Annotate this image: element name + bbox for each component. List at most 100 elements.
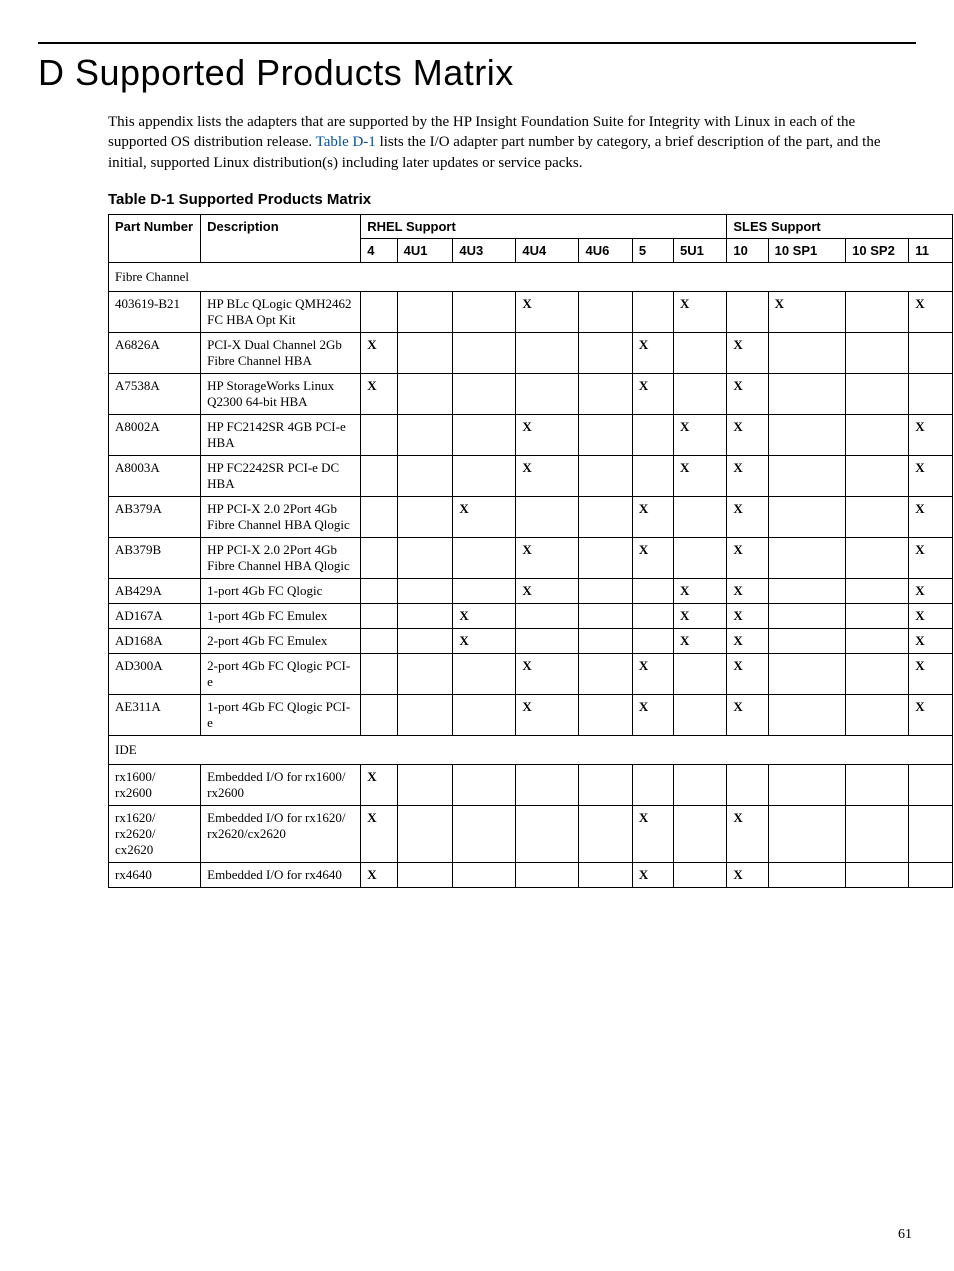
cell-support-mark (846, 764, 909, 805)
cell-support-mark (768, 805, 846, 862)
cell-support-mark (453, 578, 516, 603)
cell-support-mark (579, 291, 632, 332)
cell-support-mark: X (516, 578, 579, 603)
cell-support-mark (674, 332, 727, 373)
cell-support-mark (361, 653, 397, 694)
cell-support-mark: X (768, 291, 846, 332)
th-rhel: RHEL Support (361, 214, 727, 238)
cell-support-mark (674, 537, 727, 578)
cell-support-mark (674, 764, 727, 805)
table-row: AD300A2-port 4Gb FC Qlogic PCI-eXXXX (109, 653, 953, 694)
th-col: 5U1 (674, 238, 727, 262)
cell-part-number: A8003A (109, 455, 201, 496)
cell-support-mark (453, 537, 516, 578)
cell-support-mark (453, 455, 516, 496)
cell-support-mark (846, 628, 909, 653)
cell-support-mark (909, 373, 953, 414)
cell-support-mark (397, 862, 453, 887)
cell-support-mark (768, 862, 846, 887)
cell-support-mark: X (727, 373, 768, 414)
cell-part-number: A7538A (109, 373, 201, 414)
cell-support-mark: X (727, 862, 768, 887)
cell-support-mark: X (727, 455, 768, 496)
cell-part-number: A8002A (109, 414, 201, 455)
th-col: 4U4 (516, 238, 579, 262)
th-col: 4U6 (579, 238, 632, 262)
cell-support-mark (674, 694, 727, 735)
cell-description: 2-port 4Gb FC Qlogic PCI-e (201, 653, 361, 694)
cell-support-mark: X (909, 578, 953, 603)
cell-support-mark (453, 653, 516, 694)
cell-description: HP BLc QLogic QMH2462 FC HBA Opt Kit (201, 291, 361, 332)
cell-support-mark (397, 805, 453, 862)
cell-support-mark (768, 653, 846, 694)
cell-support-mark (516, 373, 579, 414)
th-col: 4U3 (453, 238, 516, 262)
cell-support-mark: X (909, 414, 953, 455)
table-row: A8002AHP FC2142SR 4GB PCI-e HBAXXXX (109, 414, 953, 455)
cell-support-mark (846, 694, 909, 735)
cell-support-mark (579, 603, 632, 628)
cell-support-mark: X (727, 628, 768, 653)
cell-support-mark: X (727, 414, 768, 455)
cell-support-mark: X (361, 764, 397, 805)
table-row: A8003AHP FC2242SR PCI-e DC HBAXXXX (109, 455, 953, 496)
cell-support-mark: X (727, 603, 768, 628)
cell-support-mark (846, 862, 909, 887)
cell-part-number: A6826A (109, 332, 201, 373)
cell-support-mark (453, 694, 516, 735)
cell-support-mark (579, 373, 632, 414)
cell-support-mark: X (909, 455, 953, 496)
cell-description: HP PCI-X 2.0 2Port 4Gb Fibre Channel HBA… (201, 537, 361, 578)
cell-support-mark (768, 332, 846, 373)
cell-support-mark (453, 332, 516, 373)
cell-support-mark: X (632, 694, 673, 735)
cell-support-mark (361, 291, 397, 332)
cell-support-mark (674, 653, 727, 694)
table-d1-link[interactable]: Table D-1 (316, 134, 376, 150)
cell-support-mark (579, 332, 632, 373)
cell-support-mark (579, 862, 632, 887)
cell-support-mark: X (516, 694, 579, 735)
table-row: A6826APCI-X Dual Channel 2Gb Fibre Chann… (109, 332, 953, 373)
cell-support-mark (909, 805, 953, 862)
cell-support-mark: X (727, 653, 768, 694)
cell-support-mark: X (516, 537, 579, 578)
cell-support-mark (727, 764, 768, 805)
cell-support-mark (516, 862, 579, 887)
table-row: AD167A1-port 4Gb FC EmulexXXXX (109, 603, 953, 628)
cell-support-mark: X (674, 414, 727, 455)
cell-description: 2-port 4Gb FC Emulex (201, 628, 361, 653)
cell-support-mark (579, 496, 632, 537)
cell-support-mark: X (909, 537, 953, 578)
cell-support-mark: X (516, 291, 579, 332)
cell-support-mark (361, 578, 397, 603)
cell-support-mark: X (674, 578, 727, 603)
cell-support-mark (516, 603, 579, 628)
cell-part-number: AB379A (109, 496, 201, 537)
cell-support-mark: X (632, 805, 673, 862)
table-caption: Table D-1 Supported Products Matrix (108, 191, 916, 208)
cell-support-mark (768, 373, 846, 414)
cell-support-mark (397, 603, 453, 628)
cell-support-mark: X (727, 496, 768, 537)
cell-support-mark (579, 414, 632, 455)
cell-support-mark (453, 862, 516, 887)
cell-support-mark (397, 694, 453, 735)
table-row: A7538AHP StorageWorks Linux Q2300 64-bit… (109, 373, 953, 414)
cell-description: Embedded I/O for rx1620/ rx2620/cx2620 (201, 805, 361, 862)
cell-support-mark (632, 455, 673, 496)
cell-support-mark (768, 537, 846, 578)
cell-support-mark: X (516, 414, 579, 455)
cell-part-number: AD168A (109, 628, 201, 653)
cell-support-mark (768, 764, 846, 805)
cell-support-mark: X (361, 862, 397, 887)
cell-description: 1-port 4Gb FC Qlogic PCI-e (201, 694, 361, 735)
table-row: AE311A1-port 4Gb FC Qlogic PCI-eXXXX (109, 694, 953, 735)
cell-support-mark: X (727, 537, 768, 578)
cell-support-mark (846, 537, 909, 578)
cell-support-mark: X (727, 332, 768, 373)
cell-support-mark (846, 291, 909, 332)
cell-support-mark (632, 603, 673, 628)
cell-support-mark (846, 603, 909, 628)
